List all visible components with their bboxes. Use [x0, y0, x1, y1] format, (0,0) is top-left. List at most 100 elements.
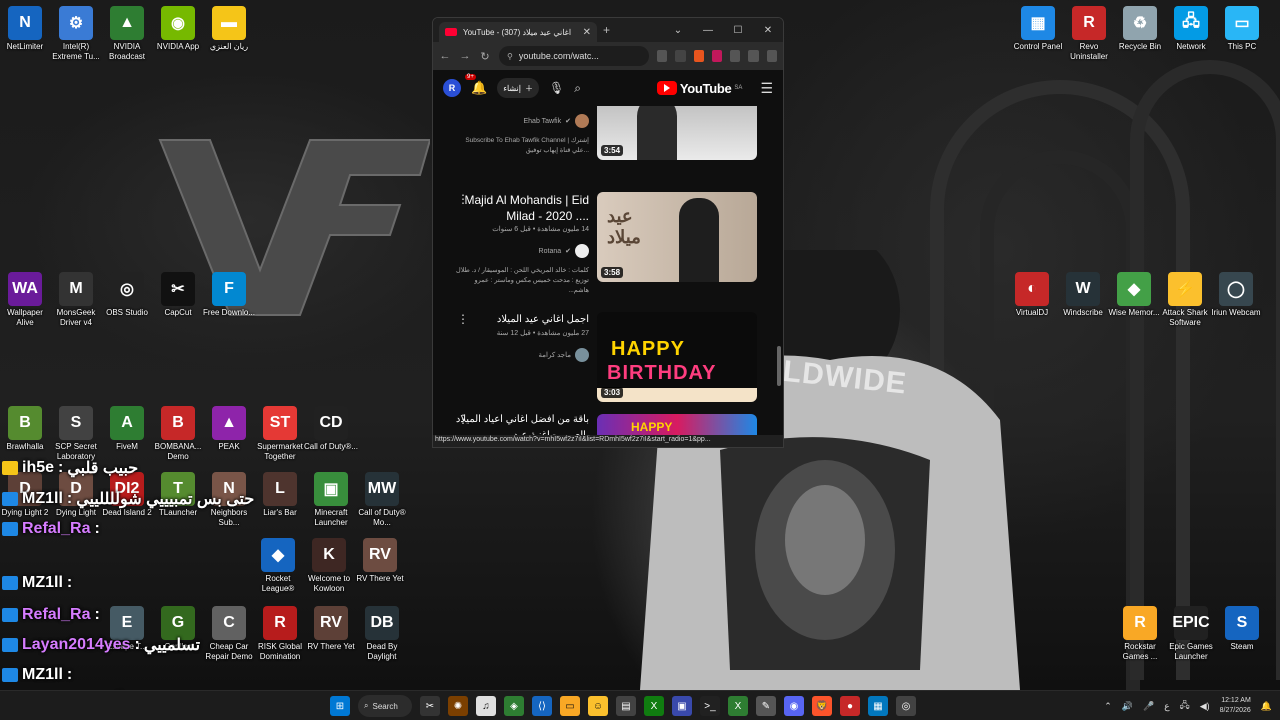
close-tab-icon[interactable]: ✕	[583, 27, 591, 38]
desktop-shortcut[interactable]: CD Call of Duty®...	[304, 406, 358, 452]
discord-taskbar-icon[interactable]: ◉	[784, 696, 804, 716]
desktop-shortcut[interactable]: ♻ Recycle Bin	[1113, 6, 1167, 52]
desktop-shortcut[interactable]: M MonsGeek Driver v4	[49, 272, 103, 328]
obs-taskbar-icon[interactable]: ◎	[896, 696, 916, 716]
desktop-shortcut[interactable]: R Revo Uninstaller	[1062, 6, 1116, 62]
desktop-shortcut[interactable]: K Welcome to Kowloon	[302, 538, 356, 594]
channel-avatar[interactable]	[575, 114, 589, 128]
video-item[interactable]: 3:54 Ehab Tawfik ✔ Subscribe To Ehab Tawf…	[433, 106, 773, 180]
desktop-shortcut[interactable]: WA Wallpaper Alive	[0, 272, 52, 328]
media-icon[interactable]	[748, 50, 759, 62]
store-taskbar-icon[interactable]: ▤	[616, 696, 636, 716]
youtube-logo[interactable]: YouTube SA	[656, 81, 742, 96]
channel-name[interactable]: Ehab Tawfik ✔	[453, 114, 589, 128]
brave-shield-icon[interactable]	[693, 50, 704, 62]
video-item[interactable]: ⋮ HAPPY BIRTHDAY 3:03 اجمل اغاني عيد الم…	[433, 312, 773, 404]
hamburger-menu-icon[interactable]: ☰	[760, 80, 773, 97]
clock[interactable]: 12:12 AM 8/27/2026	[1220, 696, 1251, 716]
cast-icon[interactable]	[675, 50, 686, 62]
desktop-shortcut[interactable]: B Brawlhalla	[0, 406, 52, 452]
site-info-icon[interactable]: ⚲	[507, 52, 513, 61]
desktop-shortcut[interactable]: ▣ Minecraft Launcher	[304, 472, 358, 528]
language-indicator[interactable]: ع	[1164, 701, 1169, 712]
sound-tray-icon[interactable]: ◀)	[1200, 701, 1210, 712]
app3-taskbar-icon[interactable]: ▦	[868, 696, 888, 716]
maximize-button[interactable]: ☐	[723, 25, 753, 36]
video-title[interactable]: اجمل اغاني عيد الميلاد	[453, 312, 589, 328]
desktop-shortcut[interactable]: R RISK Global Domination	[253, 606, 307, 662]
channel-avatar[interactable]	[575, 348, 589, 362]
desktop-shortcut[interactable]: S SCP Secret Laboratory	[49, 406, 103, 462]
forward-button[interactable]: →	[459, 50, 471, 62]
channel-name[interactable]: Rotana ✔	[453, 244, 589, 258]
tab-search-icon[interactable]: ⌄	[663, 25, 693, 36]
game-launcher-taskbar-icon[interactable]: ◈	[504, 696, 524, 716]
desktop-shortcut[interactable]: R Rockstar Games ...	[1113, 606, 1167, 662]
start-button-icon[interactable]: ⊞	[330, 696, 350, 716]
show-hidden-icons[interactable]: ⌃	[1104, 701, 1112, 712]
desktop-shortcut[interactable]: B BOMBANA... Demo	[151, 406, 205, 462]
desktop-shortcut[interactable]: F Free Downlo...	[202, 272, 256, 318]
network-icon[interactable]: 🖧	[1180, 698, 1190, 714]
desktop-shortcut[interactable]: ▬ ريان العنزي	[202, 6, 256, 52]
vscode-taskbar-icon[interactable]: ⟨⟩	[532, 696, 552, 716]
menu-icon[interactable]	[766, 50, 777, 62]
scrollbar-thumb[interactable]	[777, 346, 781, 386]
desktop-shortcut[interactable]: ◉ NVIDIA App	[151, 6, 205, 52]
desktop-shortcut[interactable]: RV RV There Yet	[353, 538, 407, 584]
video-thumbnail[interactable]: 3:54	[597, 106, 757, 160]
create-button[interactable]: إنشاء ＋	[497, 78, 539, 98]
channel-avatar[interactable]	[575, 244, 589, 258]
tab-youtube[interactable]: YouTube - اغاني عيد ميلاد (307) ✕	[439, 22, 597, 42]
desktop-shortcut[interactable]: L Liar's Bar	[253, 472, 307, 518]
reload-button[interactable]: ↻	[479, 50, 491, 63]
new-tab-button[interactable]: +	[603, 23, 610, 37]
notifications-bell-icon[interactable]: 🔔 9+	[465, 74, 487, 96]
brave-rewards-icon[interactable]	[711, 50, 723, 62]
desktop-shortcut[interactable]: ✂ CapCut	[151, 272, 205, 318]
search-icon[interactable]: ⌕	[574, 81, 581, 96]
file-explorer-taskbar-icon[interactable]: ▭	[560, 696, 580, 716]
desktop-shortcut[interactable]: ST Supermarket Together	[253, 406, 307, 462]
close-window-button[interactable]: ✕	[753, 25, 783, 36]
video-item[interactable]: ⋮ عيد ميلاد 3:58 Majid Al Mohandis | Eid …	[433, 192, 773, 308]
translate-icon[interactable]	[657, 50, 668, 62]
mic-icon[interactable]: 🎤	[1143, 701, 1154, 712]
app2-taskbar-icon[interactable]: ▣	[672, 696, 692, 716]
desktop-shortcut[interactable]: MW Call of Duty® Mo...	[355, 472, 409, 528]
desktop-shortcut[interactable]: ▦ Control Panel	[1011, 6, 1065, 52]
channel-name[interactable]: ماجد كرامة	[453, 348, 589, 362]
desktop-shortcut[interactable]: S Steam	[1215, 606, 1269, 652]
url-field[interactable]: ⚲ youtube.com/watc...	[499, 46, 649, 66]
desktop-shortcut[interactable]: 🖧 Network	[1164, 6, 1218, 52]
video-thumbnail[interactable]: عيد ميلاد 3:58	[597, 192, 757, 282]
chat-app-taskbar-icon[interactable]: ☺	[588, 696, 608, 716]
video-title[interactable]: Majid Al Mohandis | Eid Milad - 2020 ...…	[453, 192, 589, 224]
capcut-taskbar-icon[interactable]: ✂	[420, 696, 440, 716]
recorder-taskbar-icon[interactable]: ●	[840, 696, 860, 716]
itunes-taskbar-icon[interactable]: ♫	[476, 696, 496, 716]
video-thumbnail[interactable]: HAPPY BIRTHDAY 3:03	[597, 312, 757, 402]
desktop-shortcut[interactable]: C Cheap Car Repair Demo	[202, 606, 256, 662]
browser-window[interactable]: YouTube - اغاني عيد ميلاد (307) ✕ + ⌄ — …	[432, 17, 784, 448]
desktop-shortcut[interactable]: DB Dead By Daylight	[355, 606, 409, 662]
desktop-shortcut[interactable]: ▲ PEAK	[202, 406, 256, 452]
app-taskbar-icon[interactable]: ✺	[448, 696, 468, 716]
desktop-shortcut[interactable]: A FiveM	[100, 406, 154, 452]
desktop-shortcut[interactable]: W Windscribe	[1056, 272, 1110, 318]
desktop-shortcut[interactable]: ◯ Iriun Webcam	[1209, 272, 1263, 318]
desktop-shortcut[interactable]: ◐ VirtualDJ	[1005, 272, 1059, 318]
terminal-taskbar-icon[interactable]: >_	[700, 696, 720, 716]
volume-icon[interactable]: 🔊	[1122, 701, 1133, 712]
desktop-shortcut[interactable]: ▭ This PC	[1215, 6, 1269, 52]
notifications-icon[interactable]: 🔔	[1261, 701, 1272, 712]
desktop-shortcut[interactable]: EPIC Epic Games Launcher	[1164, 606, 1218, 662]
xbox-taskbar-icon[interactable]: X	[644, 696, 664, 716]
minimize-button[interactable]: —	[693, 25, 723, 36]
desktop-shortcut[interactable]: ⚙ Intel(R) Extreme Tu...	[49, 6, 103, 62]
back-button[interactable]: ←	[439, 50, 451, 62]
desktop-shortcut[interactable]: ◆ Wise Memor...	[1107, 272, 1161, 318]
desktop-shortcut[interactable]: ▲ NVIDIA Broadcast	[100, 6, 154, 62]
desktop-shortcut[interactable]: N NetLimiter	[0, 6, 52, 52]
microphone-icon[interactable]: 🎙	[549, 81, 564, 95]
